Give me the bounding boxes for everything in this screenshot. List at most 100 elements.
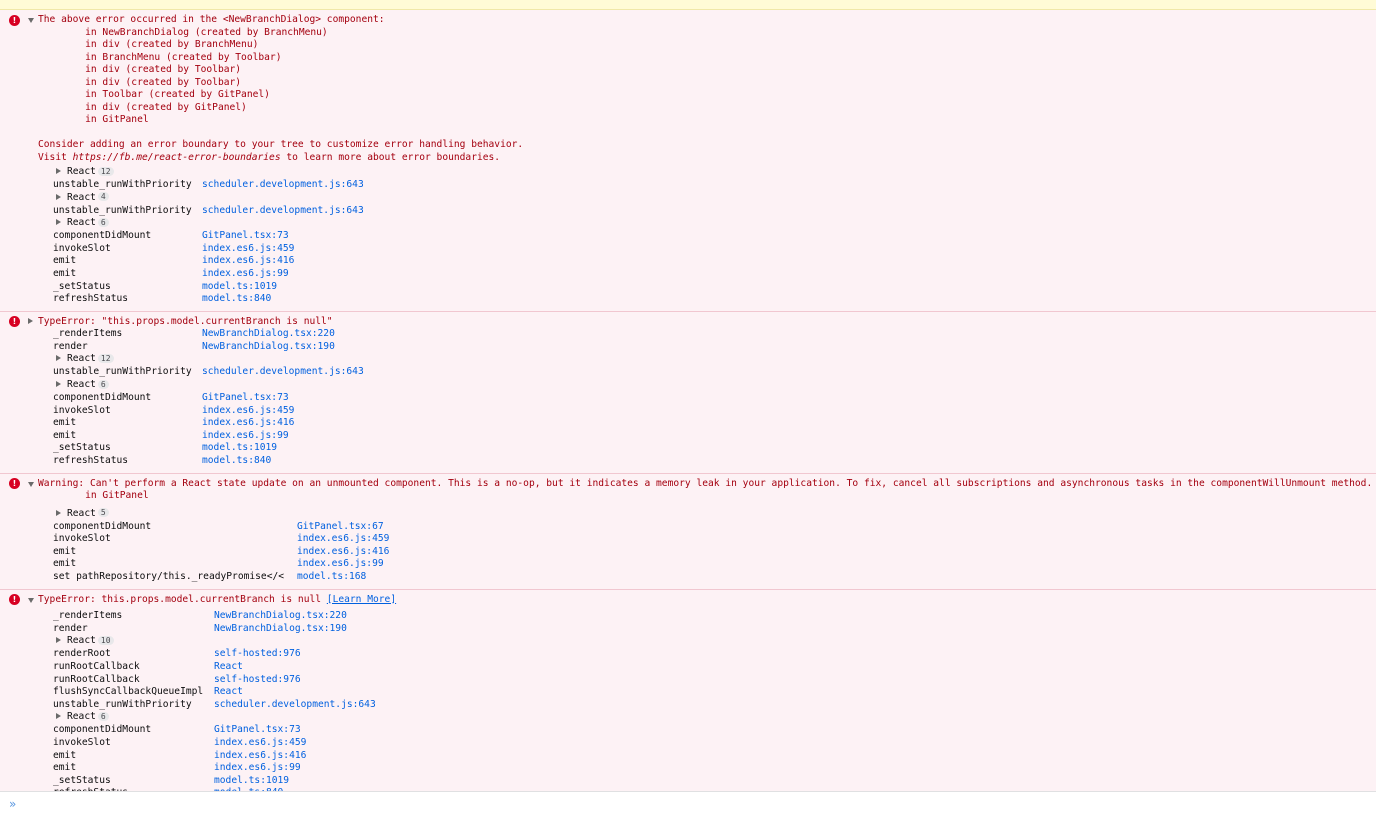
stack-frame-location-link[interactable]: index.es6.js:459 <box>214 737 306 750</box>
stack-frame-function: emit <box>53 255 77 267</box>
twisty-right-icon <box>56 168 61 174</box>
previous-message-strip <box>0 0 1376 10</box>
stack-frame-group[interactable]: React 6 <box>53 379 109 392</box>
stack-frame-location-link[interactable]: GitPanel.tsx:67 <box>297 521 384 534</box>
stack-frame-location-link[interactable]: self-hosted:976 <box>214 674 301 687</box>
stack-frame-group[interactable]: React 12 <box>53 166 114 179</box>
stack-frame-function: _setStatus <box>53 280 111 292</box>
stack-frame-location-link[interactable]: index.es6.js:99 <box>297 558 384 571</box>
stack-frame-function: renderRoot <box>53 648 111 660</box>
stack-frame-location-link[interactable]: index.es6.js:416 <box>202 255 294 268</box>
stack-frame-location-link[interactable]: scheduler.development.js:643 <box>214 699 376 712</box>
stack-frame-function: emit <box>53 749 77 761</box>
message-text-line: TypeError: this.props.model.currentBranc… <box>38 593 397 605</box>
message-text-line: in GitPanel <box>62 114 149 125</box>
twisty-right-icon <box>56 219 61 226</box>
stack-frame-group[interactable]: React 6 <box>53 711 109 724</box>
stack-frame-location-link[interactable]: model.ts:1019 <box>202 281 277 294</box>
stack-frame-function: _renderItems <box>53 328 123 340</box>
stack-frame-location-link[interactable]: index.es6.js:99 <box>202 268 289 281</box>
double-chevron-icon: » <box>9 797 17 811</box>
message-text-line: in div (created by GitPanel) <box>62 101 247 113</box>
stack-frame-location-link[interactable]: model.ts:1019 <box>214 775 289 788</box>
stack-frame-location-link[interactable]: index.es6.js:459 <box>297 533 389 546</box>
message-text-line: in GitPanel <box>62 490 149 502</box>
stack-frame-group[interactable]: React 10 <box>53 635 114 648</box>
stack-frame-function: emit <box>53 762 77 774</box>
stack-frame-function: emit <box>53 558 77 570</box>
console-input-bar[interactable]: » <box>0 791 1376 832</box>
stack-frame-function: unstable_runWithPriority <box>53 366 192 378</box>
stack-frame-location-link[interactable]: index.es6.js:459 <box>202 243 294 256</box>
stack-frame-location-link[interactable]: GitPanel.tsx:73 <box>202 392 289 405</box>
stack-frame-function: emit <box>53 417 77 429</box>
stack-frame-function: unstable_runWithPriority <box>53 179 192 190</box>
stack-frame-location-link[interactable]: GitPanel.tsx:73 <box>202 230 289 243</box>
stack-frame-location-link[interactable]: React <box>214 686 243 699</box>
stack-frame-location-link[interactable]: model.ts:840 <box>202 293 271 306</box>
stack-frame-location-link[interactable]: scheduler.development.js:643 <box>202 205 364 218</box>
stack-frame-location-link[interactable]: index.es6.js:416 <box>202 417 294 430</box>
stack-frame-function: emit <box>53 429 77 441</box>
stack-frame-function: invokeSlot <box>53 736 111 748</box>
stack-frame-location-link[interactable]: React <box>214 661 243 674</box>
stack-frame-location-link[interactable]: scheduler.development.js:643 <box>202 366 364 379</box>
stack-frame-location-link[interactable]: model.ts:840 <box>202 455 271 468</box>
frame-count-badge: 5 <box>97 508 109 518</box>
stack-frame-location-link[interactable]: index.es6.js:99 <box>214 762 301 775</box>
twisty-right-icon <box>56 193 61 200</box>
console-error-message[interactable]: ! Warning: Can't perform a React state up… <box>0 473 1376 590</box>
stack-frame-function: componentDidMount <box>53 230 152 242</box>
frame-count-badge: 6 <box>97 217 109 227</box>
stack-frame-location-link[interactable]: index.es6.js:99 <box>202 430 289 443</box>
frame-count-badge: 6 <box>97 711 109 721</box>
stack-frame-location-link[interactable]: index.es6.js:416 <box>214 750 306 763</box>
stack-frame-location-link[interactable]: NewBranchDialog.tsx:220 <box>202 328 335 341</box>
stack-frame-group[interactable]: React 5 <box>53 508 109 521</box>
twisty-right-icon <box>56 713 61 720</box>
twisty-right-icon <box>56 637 61 644</box>
frame-count-badge: 12 <box>97 353 114 363</box>
stack-frame-function: componentDidMount <box>53 392 152 404</box>
twisty-right-icon[interactable] <box>28 318 33 325</box>
frame-count-badge: 10 <box>97 635 114 645</box>
stack-frame-location-link[interactable]: NewBranchDialog.tsx:190 <box>214 623 347 636</box>
message-text-line: in NewBranchDialog (created by BranchMen… <box>62 26 328 38</box>
console-error-message[interactable]: ! TypeError: "this.props.model.currentBra… <box>0 311 1376 474</box>
stack-frame-location-link[interactable]: NewBranchDialog.tsx:220 <box>214 610 347 623</box>
frame-count-badge: 12 <box>97 166 114 176</box>
stack-frame-location-link[interactable]: index.es6.js:416 <box>297 546 389 559</box>
stack-frame-function: render <box>53 340 88 352</box>
twisty-down-icon[interactable] <box>28 597 34 603</box>
stack-frame-function: invokeSlot <box>53 242 111 254</box>
stack-frame-function: componentDidMount <box>53 520 152 532</box>
error-icon: ! <box>9 316 20 328</box>
stack-frame-location-link[interactable]: scheduler.development.js:643 <box>202 179 364 192</box>
stack-frame-location-link[interactable]: GitPanel.tsx:73 <box>214 724 301 737</box>
stack-frame-function: emit <box>53 545 77 557</box>
console-error-message[interactable]: ! TypeError: this.props.model.currentBran… <box>0 589 1376 791</box>
message-text-line: in BranchMenu (created by Toolbar) <box>62 51 282 63</box>
stack-frame-group[interactable]: React 4 <box>53 192 109 205</box>
stack-frame-location-link[interactable]: index.es6.js:459 <box>202 405 294 418</box>
stack-frame-function: _setStatus <box>53 774 111 786</box>
stack-frame-function: refreshStatus <box>53 455 129 467</box>
stack-frame-location-link[interactable]: self-hosted:976 <box>214 648 301 661</box>
stack-frame-function: flushSyncCallbackQueueImpl <box>53 686 204 698</box>
stack-frame-function: refreshStatus <box>53 293 129 305</box>
stack-frame-group[interactable]: React 6 <box>53 217 109 230</box>
stack-frame-location-link[interactable]: model.ts:168 <box>297 571 366 584</box>
error-boundaries-link[interactable]: https://fb.me/react-error-boundaries <box>73 152 281 163</box>
stack-frame-group[interactable]: React 12 <box>53 353 114 366</box>
learn-more-link[interactable]: [Learn More] <box>327 594 396 605</box>
stack-frame-location-link[interactable]: model.ts:1019 <box>202 442 277 455</box>
message-visit-line: Visit https://fb.me/react-error-boundari… <box>38 151 501 163</box>
error-icon: ! <box>9 14 20 26</box>
stack-frame-location-link[interactable]: NewBranchDialog.tsx:190 <box>202 341 335 354</box>
console-error-message[interactable]: ! The above error occurred in the <NewBra… <box>0 10 1376 312</box>
twisty-down-icon[interactable] <box>28 18 34 23</box>
twisty-down-icon[interactable] <box>28 481 34 487</box>
console-output: ! The above error occurred in the <NewBra… <box>0 10 1376 791</box>
twisty-right-icon <box>56 381 61 388</box>
message-text-line: in div (created by BranchMenu) <box>62 39 259 50</box>
